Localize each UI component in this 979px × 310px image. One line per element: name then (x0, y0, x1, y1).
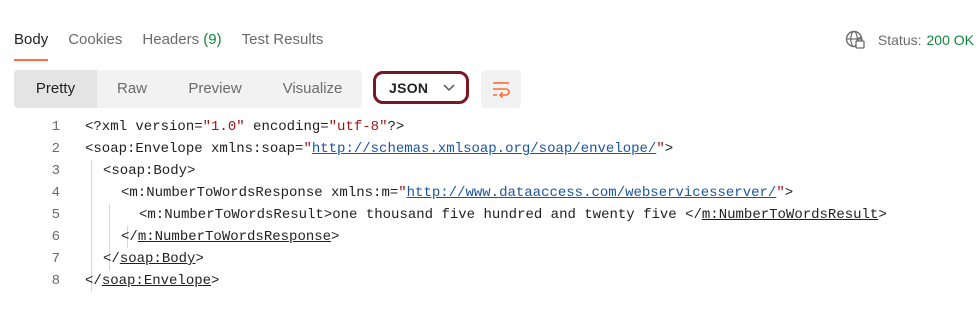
line-number: 8 (51, 273, 60, 289)
code-line: 6 </m:NumberToWordsResponse> (0, 226, 979, 248)
wrap-lines-button[interactable] (481, 70, 521, 108)
code-line: 8 </soap:Envelope> (0, 270, 979, 292)
code-text: </soap:Body> (103, 251, 204, 267)
code-line: 7 </soap:Body> (0, 248, 979, 270)
code-line: 2 <soap:Envelope xmlns:soap="http://sche… (0, 138, 979, 160)
wrap-lines-icon (493, 82, 510, 98)
tab-headers-count: (9) (203, 31, 222, 48)
code-text: </m:NumberToWordsResponse> (121, 229, 340, 245)
code-text: <?xml version="1.0" encoding="utf-8"?> (85, 119, 405, 135)
line-number: 7 (51, 251, 60, 267)
namespace-link[interactable]: http://schemas.xmlsoap.org/soap/envelope… (312, 141, 656, 157)
view-visualize-button[interactable]: Visualize (263, 70, 362, 108)
view-pretty-button[interactable]: Pretty (14, 70, 97, 108)
view-raw-button[interactable]: Raw (97, 70, 167, 108)
code-text: </soap:Envelope> (85, 273, 220, 289)
line-number: 6 (51, 229, 60, 245)
code-text: <soap:Envelope xmlns:soap="http://schema… (85, 141, 674, 157)
code-line: 1 <?xml version="1.0" encoding="utf-8"?> (0, 116, 979, 138)
line-number: 1 (51, 119, 60, 135)
tab-cookies[interactable]: Cookies (68, 30, 122, 60)
line-number: 2 (51, 141, 60, 157)
code-text: <m:NumberToWordsResult>one thousand five… (139, 207, 887, 223)
format-dropdown-label: JSON (389, 79, 429, 96)
code-line: 4 <m:NumberToWordsResponse xmlns:m="http… (0, 182, 979, 204)
line-number: 4 (51, 185, 60, 201)
chevron-down-icon (443, 84, 455, 92)
tab-headers-label: Headers (142, 31, 200, 48)
tab-headers[interactable]: Headers (9) (142, 30, 221, 60)
line-number: 5 (51, 207, 60, 223)
response-tabs: Body Cookies Headers (9) Test Results (14, 30, 343, 62)
line-number: 3 (51, 163, 60, 179)
tab-test-results[interactable]: Test Results (242, 30, 324, 60)
code-line: 5 <m:NumberToWordsResult>one thousand fi… (0, 204, 979, 226)
namespace-link[interactable]: http://www.dataaccess.com/webservicesser… (407, 185, 777, 201)
view-mode-selector: Pretty Raw Preview Visualize (14, 70, 362, 108)
tab-body[interactable]: Body (14, 30, 49, 61)
code-text: <m:NumberToWordsResponse xmlns:m="http:/… (121, 185, 794, 201)
status-label: Status: (877, 32, 922, 48)
response-status: Status: 200 OK (844, 30, 974, 50)
code-text: <soap:Body> (103, 163, 196, 179)
format-dropdown[interactable]: JSON (373, 71, 469, 104)
view-preview-button[interactable]: Preview (167, 70, 263, 108)
code-line: 3 <soap:Body> (0, 160, 979, 182)
status-value: 200 OK (926, 32, 974, 48)
globe-icon[interactable] (844, 29, 866, 51)
